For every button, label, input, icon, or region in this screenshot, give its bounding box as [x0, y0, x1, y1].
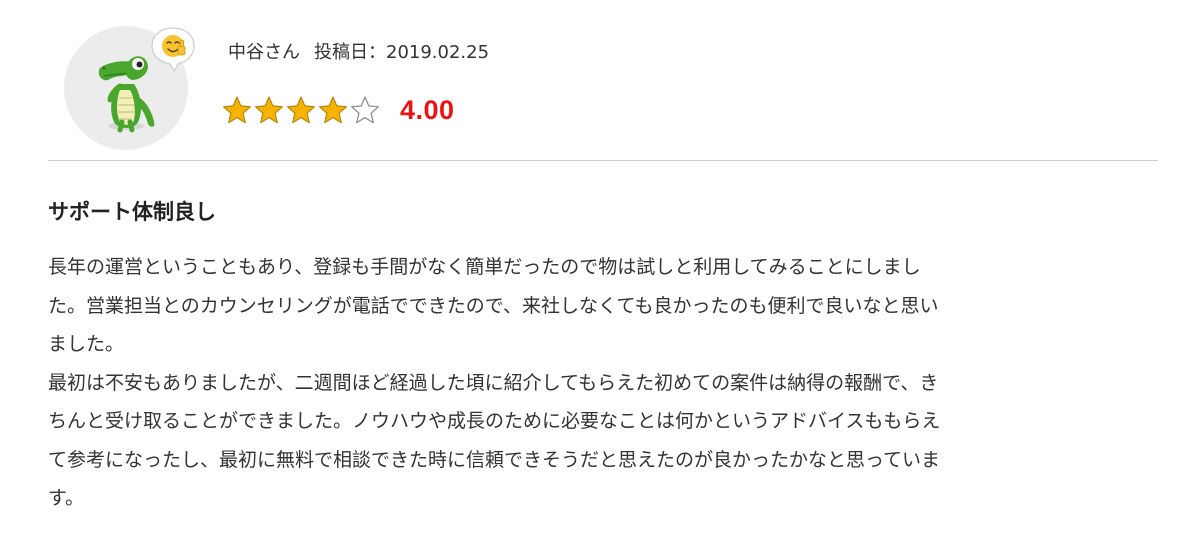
star-icon: [319, 96, 347, 124]
review-body: 長年の運営ということもあり、登録も手間がなく簡単だったので物は試しと利用してみる…: [48, 248, 1158, 518]
star-icon: [255, 96, 283, 124]
reviewer-info: 中谷さん 投稿日：2019.02.25: [228, 40, 489, 66]
rating-score: 4.00: [400, 94, 455, 125]
star-icon: [351, 96, 379, 124]
star-rating: [222, 95, 382, 125]
review-paragraph: 長年の運営ということもあり、登録も手間がなく簡単だったので物は試しと利用してみる…: [48, 256, 939, 355]
speech-bubble: [148, 24, 198, 74]
divider: [48, 160, 1158, 161]
reviewer-name: 中谷さん: [228, 42, 300, 63]
rating: 4.00: [222, 92, 455, 128]
thumbs-up-emoji-icon: [151, 27, 195, 73]
star-icon: [223, 96, 251, 124]
posted-date: 投稿日：2019.02.25: [314, 42, 490, 63]
review-title: サポート体制良し: [48, 200, 216, 224]
review-card: 中谷さん 投稿日：2019.02.25 4.00 サポート体制良し 長年の運営とい…: [0, 0, 1200, 536]
star-icon: [287, 96, 315, 124]
review-paragraph: 最初は不安もありましたが、二週間ほど経過した頃に紹介してもらえた初めての案件は納…: [48, 371, 941, 510]
